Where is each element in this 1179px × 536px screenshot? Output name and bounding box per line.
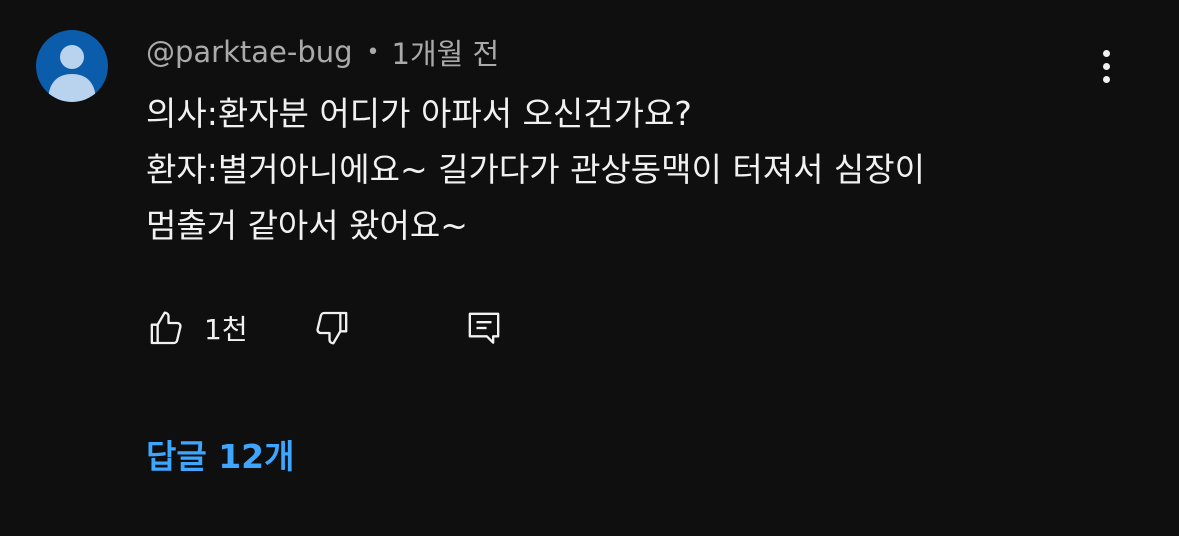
- author-name[interactable]: @parktae-bug: [146, 35, 353, 69]
- view-replies-button[interactable]: 답글 12개: [146, 430, 295, 478]
- like-count: 1천: [204, 313, 248, 346]
- separator-dot: •: [366, 39, 380, 65]
- avatar[interactable]: [36, 30, 108, 102]
- thumbs-down-icon: [315, 311, 347, 345]
- more-vertical-icon: [1102, 49, 1110, 57]
- default-avatar-icon: [48, 45, 96, 102]
- reply-button[interactable]: [464, 308, 504, 348]
- thumbs-up-icon: [150, 311, 182, 345]
- comment-reply-icon: [468, 312, 499, 344]
- comment-line: 의사:환자분 어디가 아파서 오신건가요?: [146, 94, 692, 133]
- more-options-button[interactable]: [1086, 44, 1126, 88]
- comment-header: @parktae-bug • 1개월 전: [146, 30, 499, 74]
- comment-text: 의사:환자분 어디가 아파서 오신건가요? 환자:별거아니에요~ 길가다가 관상…: [146, 86, 1126, 254]
- comment-line: 환자:별거아니에요~ 길가다가 관상동맥이 터져서 심장이: [146, 150, 926, 189]
- comment-actions: 1천: [146, 304, 504, 352]
- like-button[interactable]: 1천: [146, 308, 248, 348]
- timestamp[interactable]: 1개월 전: [392, 31, 500, 73]
- comment-line: 멈출거 같아서 왔어요~: [146, 206, 468, 245]
- dislike-button[interactable]: [312, 308, 352, 348]
